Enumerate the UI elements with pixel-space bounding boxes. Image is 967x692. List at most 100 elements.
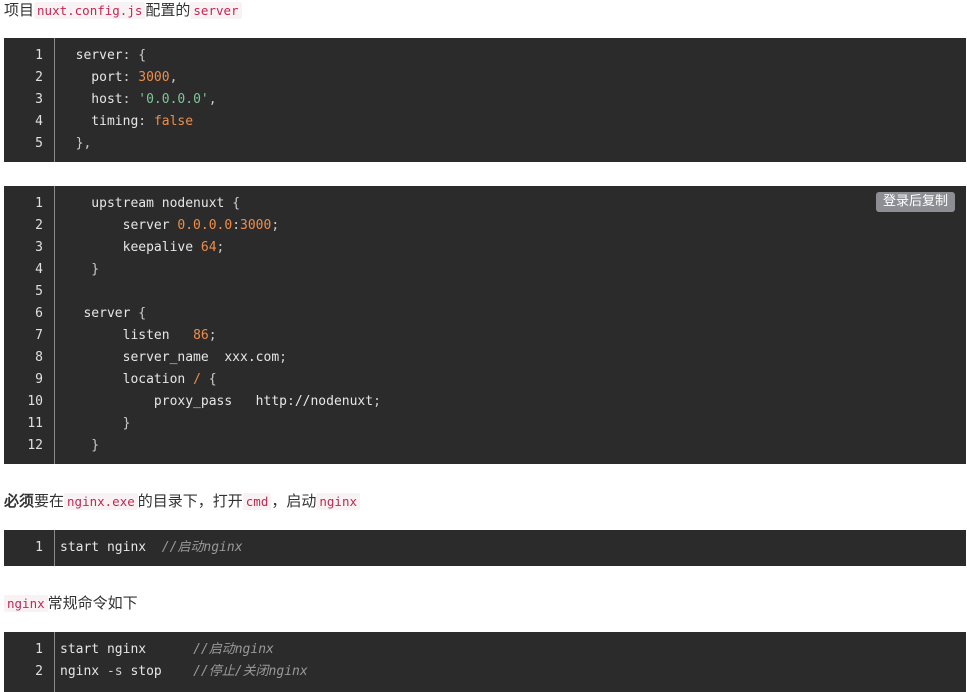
- code-token: {: [138, 306, 147, 321]
- code-text: server_name xxx.com;: [60, 347, 287, 369]
- code-text: keepalive 64;: [60, 237, 225, 259]
- text-segment: ，启动: [271, 492, 317, 510]
- line-number: 7: [35, 328, 43, 343]
- intro-paragraph: 项目 nuxt.config.js 配置的 server: [4, 0, 242, 21]
- code-token: location: [60, 372, 194, 387]
- code-text: },: [60, 133, 92, 155]
- code-token: port: [60, 70, 123, 85]
- line-number: 3: [35, 240, 43, 255]
- line-number: 1: [35, 196, 43, 211]
- code-line: 1 server: {: [4, 45, 966, 67]
- inline-code-config-file: nuxt.config.js: [34, 2, 146, 19]
- code-line: 2 server 0.0.0.0:3000;: [4, 215, 966, 237]
- line-number: 10: [27, 394, 43, 409]
- code-line: 7 listen 86;: [4, 325, 966, 347]
- code-text: listen 86;: [60, 325, 217, 347]
- code-line: 5 },: [4, 133, 966, 155]
- inline-code-cmd: cmd: [242, 493, 272, 510]
- line-number: 8: [35, 350, 43, 365]
- code-token: false: [153, 114, 194, 129]
- code-token: {: [200, 372, 217, 387]
- code-line: 5: [4, 281, 966, 303]
- code-token: ;: [279, 350, 287, 365]
- line-number: 2: [35, 70, 43, 85]
- inline-code-nginx-exe: nginx.exe: [64, 493, 138, 510]
- inline-code-nginx: nginx: [4, 595, 48, 612]
- code-token: ;: [271, 218, 280, 233]
- line-number: 1: [35, 48, 43, 63]
- code-block-start-nginx: 1 start nginx //启动nginx: [4, 530, 966, 566]
- text-segment: 的目录下，打开: [137, 492, 243, 510]
- code-text: server 0.0.0.0:3000;: [60, 215, 280, 237]
- code-line: 2 nginx -s stop //停止/关闭nginx: [4, 661, 966, 683]
- commands-heading-paragraph: nginx 常规命令如下: [4, 593, 138, 614]
- intro-middle: 配置的: [145, 1, 191, 19]
- line-number: 3: [35, 92, 43, 107]
- code-token: host: [60, 92, 123, 107]
- code-token: ;: [373, 394, 381, 409]
- line-number: 1: [35, 540, 43, 555]
- line-number: 1: [35, 642, 43, 657]
- code-line: 3 host: '0.0.0.0',: [4, 89, 966, 111]
- code-text: server: {: [60, 45, 146, 67]
- code-token: //启动nginx: [193, 642, 274, 657]
- code-token: },: [60, 136, 92, 151]
- code-text: timing: false: [60, 111, 193, 133]
- code-token: 3000: [138, 70, 170, 85]
- code-token: :: [122, 92, 139, 107]
- code-token: 64: [200, 240, 217, 255]
- code-text: upstream nodenuxt {: [60, 193, 240, 215]
- code-token: }: [60, 262, 100, 277]
- code-line: 1 upstream nodenuxt {: [4, 193, 966, 215]
- code-text: host: '0.0.0.0',: [60, 89, 217, 111]
- code-line: 11 }: [4, 413, 966, 435]
- code-token: :: [138, 114, 154, 129]
- code-token: ;: [216, 240, 225, 255]
- code-block-nuxt-config: 1 server: {2 port: 3000, 3 host: '0.0.0.0…: [4, 38, 966, 162]
- code-text: location / {: [60, 369, 217, 391]
- code-text: }: [60, 259, 99, 281]
- code-token: ,: [208, 92, 217, 107]
- line-number: 4: [35, 114, 43, 129]
- line-number: 12: [27, 438, 43, 453]
- code-token: server_name xxx.com: [60, 350, 280, 365]
- code-token: 3000: [240, 218, 272, 233]
- code-line: 4 timing: false: [4, 111, 966, 133]
- code-token: {: [232, 196, 241, 211]
- code-token: server: [60, 218, 178, 233]
- line-number: 5: [35, 284, 43, 299]
- code-token: ;: [208, 328, 217, 343]
- line-number: 4: [35, 262, 43, 277]
- code-line: 12 }: [4, 435, 966, 457]
- code-text: }: [60, 413, 131, 435]
- code-line: 9 location / {: [4, 369, 966, 391]
- code-text: start nginx //启动nginx: [60, 639, 274, 661]
- code-token: //启动nginx: [161, 540, 243, 555]
- code-token: server: [60, 306, 139, 321]
- code-token: proxy_pass http: [60, 394, 287, 409]
- inline-code-nginx: nginx: [316, 493, 361, 510]
- line-number: 9: [35, 372, 43, 387]
- code-token: stop: [122, 664, 194, 679]
- line-number: 11: [27, 416, 43, 431]
- commands-heading-text: 常规命令如下: [47, 594, 138, 612]
- code-token: 86: [193, 328, 209, 343]
- code-line: 1 start nginx //启动nginx: [4, 537, 966, 559]
- code-token: }: [60, 416, 131, 431]
- code-line: 10 proxy_pass http://nodenuxt;: [4, 391, 966, 413]
- code-token: :: [286, 394, 295, 409]
- code-line: 1 start nginx //启动nginx: [4, 639, 966, 661]
- inline-code-server: server: [190, 2, 242, 19]
- line-number: 5: [35, 136, 43, 151]
- code-token: server: [60, 48, 123, 63]
- code-block-nginx-commands: 1 start nginx //启动nginx 2 nginx -s stop //停…: [4, 632, 966, 692]
- code-text: server {: [60, 303, 146, 325]
- text-segment: 要在: [34, 492, 65, 510]
- code-token: :: [122, 70, 139, 85]
- code-token: /: [193, 372, 201, 387]
- code-token: : {: [122, 48, 147, 63]
- code-token: -s: [106, 664, 123, 679]
- code-text: nginx -s stop //停止/关闭nginx: [60, 661, 308, 683]
- code-token: //停止/关闭nginx: [193, 664, 308, 679]
- code-token: listen: [60, 328, 194, 343]
